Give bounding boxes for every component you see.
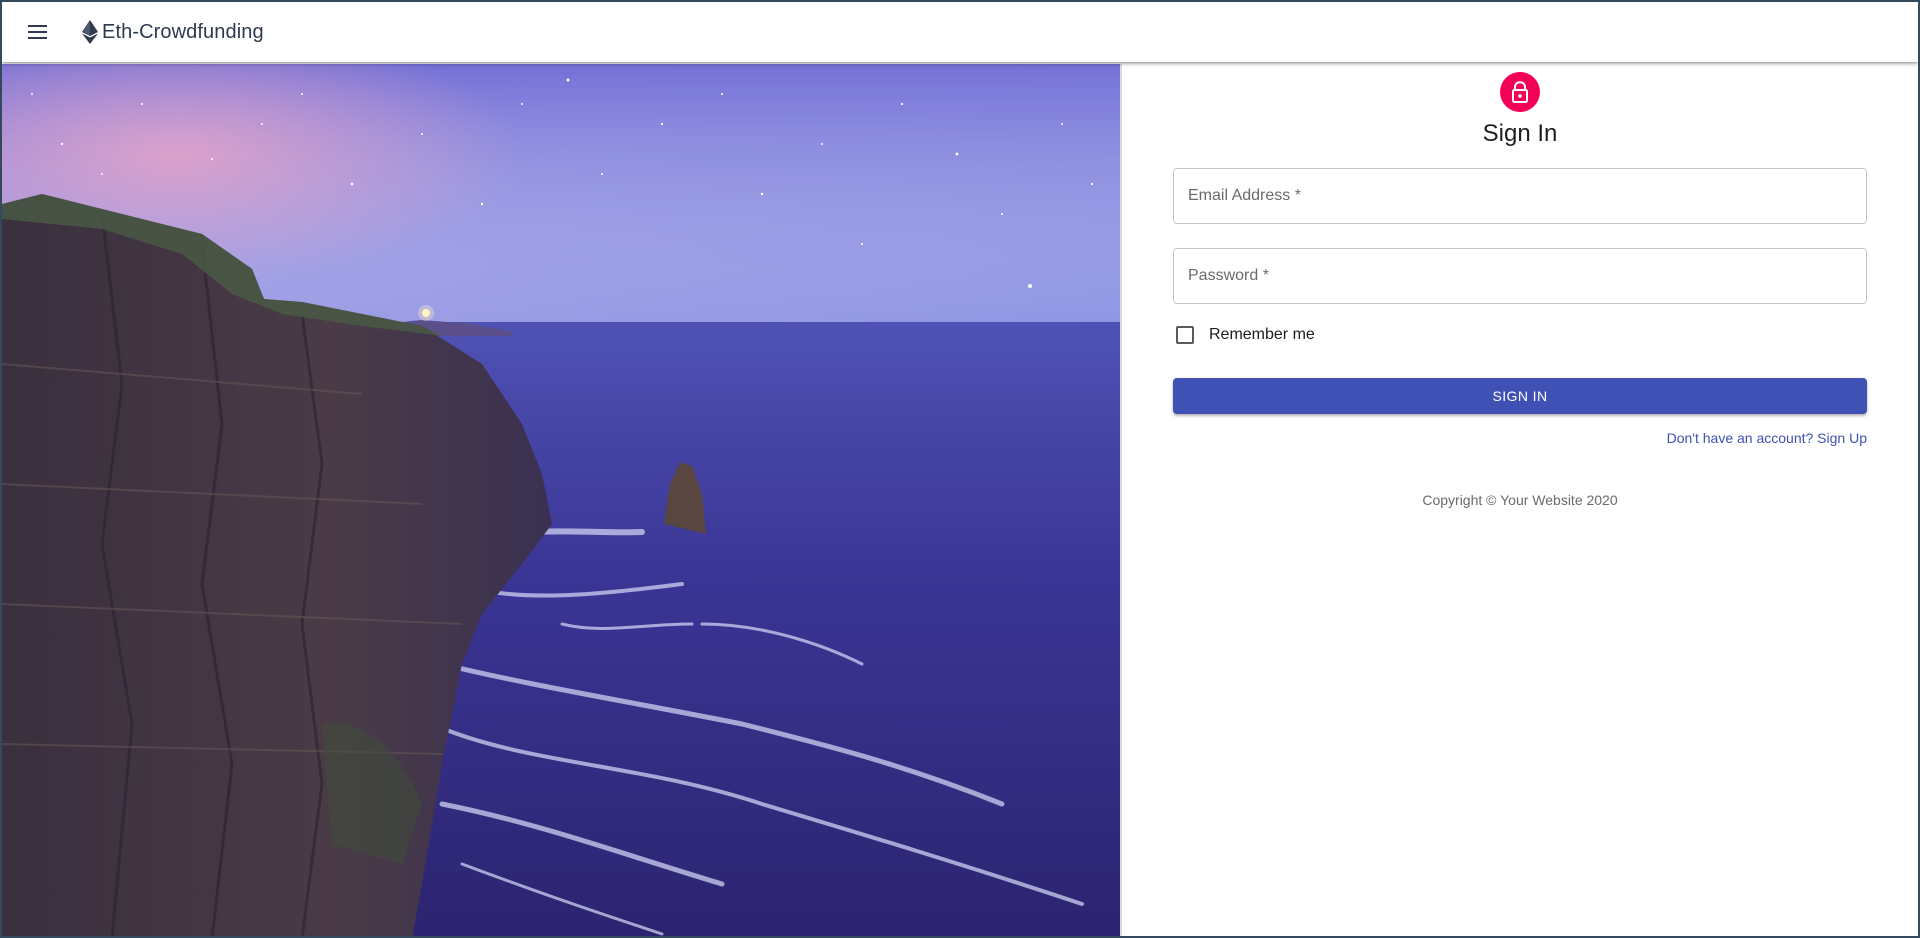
menu-button[interactable] [20, 14, 56, 50]
lock-avatar [1500, 72, 1540, 112]
password-field[interactable] [1173, 248, 1867, 304]
lock-icon [1512, 81, 1528, 103]
app-title: Eth-Crowdfunding [102, 20, 264, 43]
email-input[interactable] [1174, 169, 1866, 223]
sign-in-button[interactable]: SIGN IN [1173, 378, 1867, 414]
ethereum-icon [82, 20, 98, 44]
signin-panel: Sign In Remember me SIGN IN Don't have a… [1122, 64, 1918, 936]
signin-heading: Sign In [1482, 120, 1558, 147]
checkbox-icon[interactable] [1176, 326, 1194, 344]
hero-image [2, 64, 1122, 936]
email-field[interactable] [1173, 168, 1867, 224]
password-input[interactable] [1174, 249, 1866, 303]
remember-me-label: Remember me [1209, 326, 1315, 343]
remember-me-checkbox[interactable]: Remember me [1173, 322, 1315, 348]
browser-window: Eth-Crowdfunding Sign In Email Address *… [0, 0, 1920, 938]
sign-up-link[interactable]: Don't have an account? Sign Up [1667, 430, 1867, 446]
app-bar: Eth-Crowdfunding [2, 2, 1918, 62]
brand[interactable]: Eth-Crowdfunding [82, 18, 264, 46]
copyright-text: Copyright © Your Website 2020 [1422, 492, 1618, 508]
hamburger-menu-icon [28, 25, 47, 39]
